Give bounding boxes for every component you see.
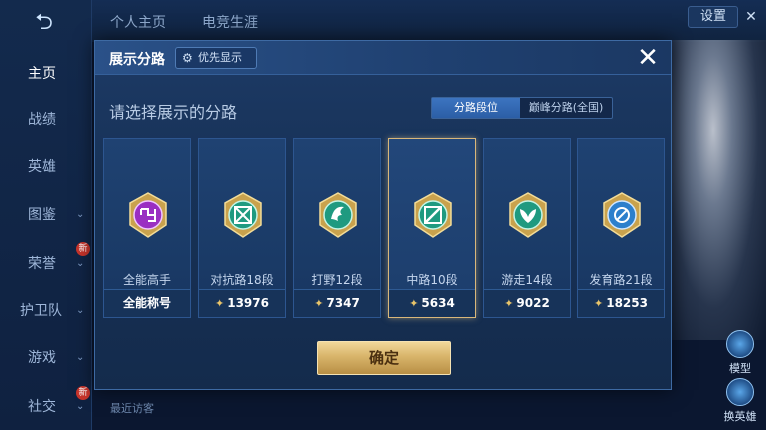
display-lane-modal: 展示分路 ⚙ 优先显示 ✕ 请选择展示的分路 分路段位 巅峰分路(全国) 全能高… [94,40,672,390]
lane-footer: 全能称号 [104,289,190,317]
farm-lane-emblem-icon [603,192,641,238]
priority-display-button[interactable]: ⚙ 优先显示 [175,47,257,69]
change-hero-button[interactable]: 换英雄 [718,378,762,424]
close-x-icon[interactable]: ✕ [633,43,663,73]
tab-lane-rank[interactable]: 分路段位 [432,98,520,118]
lane-card-clash[interactable]: 对抗路18段 ✦ 13976 [198,138,286,318]
close-icon[interactable]: ✕ [742,8,760,26]
model-icon [726,330,754,358]
points-icon: ✦ [314,297,324,310]
chevron-down-icon: ⌄ [76,209,85,220]
hero-portrait [660,40,766,340]
sidebar-item-honor[interactable]: 荣誉 ⌄ [0,252,92,276]
all-round-emblem-icon [129,192,167,238]
lane-label: 全能高手 [122,273,171,287]
sidebar-item-social[interactable]: 社交 ⌄ [0,395,92,419]
lane-card-farm[interactable]: 发育路21段 ✦ 18253 [577,138,665,318]
settings-button[interactable]: 设置 [688,6,738,28]
points-icon: ✦ [504,297,514,310]
lane-cards: 全能高手 全能称号 对抗路18段 ✦ 13976 打野12段 ✦ 7347 中路… [103,138,665,318]
points-icon: ✦ [215,297,225,310]
lane-footer: ✦ 7347 [294,289,380,317]
back-arrow-icon[interactable]: ⮌ [22,10,66,36]
lane-label: 对抗路18段 [210,273,274,287]
tab-esports[interactable]: 电竞生涯 [202,12,258,32]
tab-peak-lane[interactable]: 巅峰分路(全国) [520,98,612,118]
select-prompt: 请选择展示的分路 [109,103,238,122]
chevron-down-icon: ⌄ [76,258,85,269]
sidebar-item-home[interactable]: 主页 [0,62,92,86]
sidebar-item-guard-team[interactable]: 护卫队 ⌄ [0,299,92,323]
lane-footer: ✦ 9022 [484,289,570,317]
chevron-down-icon: ⌄ [76,305,85,316]
lane-label: 中路10段 [406,273,458,287]
lane-card-all-round[interactable]: 全能高手 全能称号 [103,138,191,318]
points-icon: ✦ [594,297,604,310]
lane-mode-toggle: 分路段位 巅峰分路(全国) [431,97,613,119]
chevron-down-icon: ⌄ [76,401,85,412]
roam-emblem-icon [509,192,547,238]
swap-hero-icon [726,378,754,406]
sidebar-item-games[interactable]: 游戏 ⌄ [0,346,92,370]
confirm-button[interactable]: 确定 [317,341,451,375]
top-bar: 个人主页 电竞生涯 [92,0,766,42]
sidebar-item-record[interactable]: 战绩 [0,108,92,132]
sidebar-item-codex[interactable]: 图鉴 ⌄ [0,203,92,227]
points-icon: ✦ [409,297,419,310]
modal-header: 展示分路 ⚙ 优先显示 ✕ [95,41,671,75]
lane-card-roam[interactable]: 游走14段 ✦ 9022 [483,138,571,318]
lane-footer: ✦ 18253 [578,289,664,317]
tab-profile[interactable]: 个人主页 [110,12,166,32]
lane-footer: ✦ 5634 [389,289,475,317]
recent-visitors: 最近访客 [110,402,154,415]
clash-lane-emblem-icon [224,192,262,238]
model-button[interactable]: 模型 [718,330,762,376]
lane-label: 游走14段 [501,273,553,287]
lane-footer: ✦ 13976 [199,289,285,317]
sidebar: ⮌ 主页 战绩 英雄 图鉴 ⌄ 新 荣誉 ⌄ 护卫队 ⌄ 游戏 ⌄ 新 社交 ⌄ [0,0,92,430]
gear-icon: ⚙ [182,51,193,65]
chevron-down-icon: ⌄ [76,352,85,363]
mid-lane-emblem-icon [414,192,452,238]
lane-card-mid[interactable]: 中路10段 ✦ 5634 [388,138,476,318]
lane-label: 打野12段 [311,273,363,287]
jungle-emblem-icon [319,192,357,238]
modal-title: 展示分路 [109,52,165,68]
lane-label: 发育路21段 [589,273,653,287]
lane-card-jungle[interactable]: 打野12段 ✦ 7347 [293,138,381,318]
sidebar-item-heroes[interactable]: 英雄 [0,155,92,179]
